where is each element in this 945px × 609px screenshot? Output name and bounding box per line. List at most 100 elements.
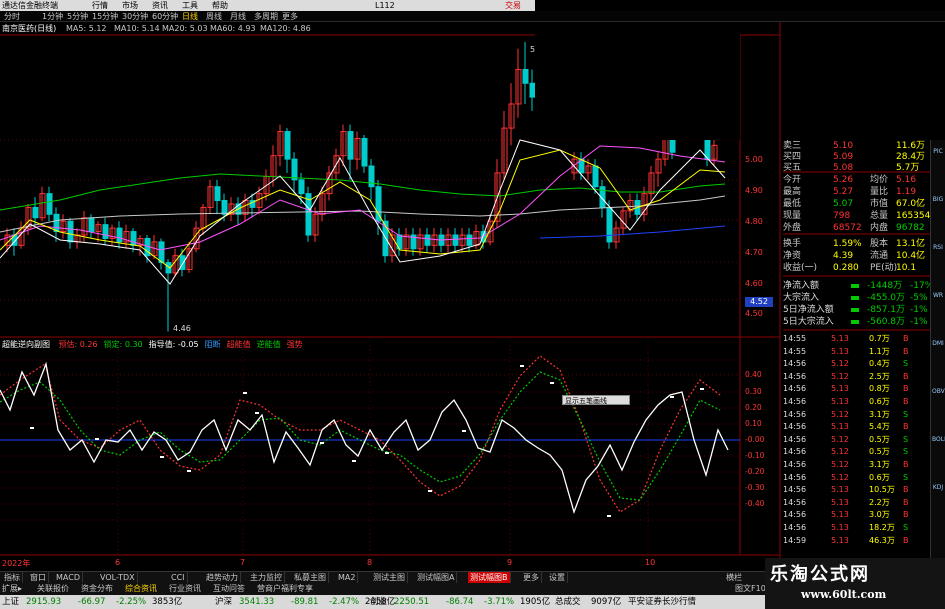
side-label[interactable]: 横栏 — [726, 572, 742, 583]
tick-row: 14:55 5.13 1.1万 B — [783, 347, 928, 357]
tool-icon-pic[interactable]: PIC — [932, 146, 944, 158]
quote-value-2: 10.4亿 — [896, 251, 926, 261]
low-marker: 4.46 — [173, 324, 191, 333]
extension-link[interactable]: 综合资讯 — [125, 583, 157, 595]
indicator-legend-item: 阻断 — [204, 340, 221, 349]
tick-side: B — [903, 346, 909, 356]
indicator-axis-label: -0.00 — [745, 435, 765, 444]
quote-value: 5.27 — [833, 187, 854, 197]
tick-row: 14:56 5.13 5.4万 B — [783, 422, 928, 432]
index-change: -66.97 — [78, 597, 106, 607]
flow-label: 净流入额 — [783, 281, 820, 291]
flow-pct: -5% — [910, 293, 928, 303]
indicator-legend-item: 预估: 0.26 — [58, 340, 98, 349]
tick-row: 14:56 5.12 0.4万 S — [783, 359, 928, 369]
quote-label-2: PE(动) — [870, 263, 898, 273]
tick-price: 5.13 — [831, 523, 849, 532]
flow-value: -560.8万 — [867, 317, 906, 327]
quote-row: 换手 1.59% 股本 13.1亿 — [783, 238, 928, 250]
watermark-logo: 乐淘公式网 www.60lt.com — [765, 558, 945, 609]
quote-value-2: 10.1 — [896, 263, 917, 273]
tick-time: 14:56 — [783, 485, 807, 495]
tick-price: 5.12 — [831, 472, 849, 482]
quote-row: 今开 5.26 均价 5.16 — [783, 174, 928, 186]
flow-value: -857.1万 — [867, 305, 906, 315]
extension-link[interactable]: 营商户福利专享 — [257, 583, 313, 595]
tick-price: 5.13 — [831, 497, 849, 507]
tick-side: B — [903, 497, 909, 507]
extension-link[interactable]: 关联报价 — [37, 583, 69, 595]
tick-volume: 0.4万 — [869, 359, 890, 369]
index-value: 2250.51 — [394, 597, 430, 607]
quote-label: 买五 — [783, 163, 802, 173]
tick-price: 5.12 — [831, 359, 849, 369]
tool-icon-kdj[interactable]: KDJ — [932, 482, 944, 494]
indicator-axis-label: 0.40 — [745, 370, 762, 379]
indicator-axis-label: -0.20 — [745, 467, 765, 476]
tool-icon-wr[interactable]: WR — [932, 290, 944, 302]
quote-row: 收益(一) 0.280 PE(动) 10.1 — [783, 262, 928, 274]
index-change: -89.81 — [291, 597, 319, 607]
tick-price: 5.13 — [831, 510, 849, 520]
quote-label: 净资 — [783, 251, 802, 261]
quote-row: 现量 798 总量 165354 — [783, 210, 931, 222]
tick-price: 5.13 — [831, 535, 849, 545]
quote-value-2: 165354 — [896, 211, 931, 221]
tick-volume: 18.2万 — [869, 523, 895, 532]
tick-time: 14:56 — [783, 434, 807, 444]
flow-pct: -1% — [910, 317, 928, 327]
tick-price: 5.13 — [831, 384, 849, 394]
indicator-legend-item: 强势 — [286, 340, 303, 349]
quote-value-2: 67.0亿 — [896, 199, 926, 209]
extension-link[interactable]: 互动问答 — [213, 583, 245, 595]
indicator-tabs: 指标 窗口 MACD VOL-TDX CCI 趋势动力 主力监控 私募主图 MA2 测试主图 测试幅… — [0, 571, 780, 584]
quote-value: 5.08 — [833, 163, 854, 173]
extension-link[interactable]: 行业资讯 — [169, 583, 201, 595]
quote-row: 最低 5.07 市值 67.0亿 — [783, 198, 928, 210]
tool-icon-big[interactable]: BIG — [932, 194, 944, 206]
tick-volume: 0.6万 — [869, 397, 890, 406]
tick-side: B — [903, 371, 909, 381]
tick-time: 14:56 — [783, 371, 807, 381]
right-tool-rail: PIC BIG RSI WR DMI OBV BOLL KDJ — [930, 140, 945, 560]
quote-value: 68572 — [833, 223, 862, 233]
quote-value: 4.39 — [833, 251, 854, 261]
tool-icon-obv[interactable]: OBV — [932, 386, 945, 398]
quote-value: 798 — [833, 211, 851, 221]
f10-link[interactable]: 图文F10 — [735, 583, 766, 595]
price-axis-label: 4.90 — [745, 186, 763, 195]
tool-icon-rsi[interactable]: RSI — [932, 242, 944, 254]
tick-price: 5.13 — [831, 485, 849, 495]
quote-label-2: 市值 — [870, 199, 889, 209]
quote-label-2: 流通 — [870, 251, 889, 261]
chart-axis-labels: 54.46 — [173, 45, 535, 333]
quote-label: 最高 — [783, 187, 802, 197]
extension-link[interactable]: 扩展▸ — [2, 583, 22, 595]
tool-icon-dmi[interactable]: DMI — [932, 338, 944, 350]
total-label: 总成交 — [555, 597, 581, 607]
draw-tool-tooltip[interactable]: 显示五笔画线 — [562, 395, 630, 405]
extension-link[interactable]: 资金分布 — [81, 583, 113, 595]
indicator-legend-item: 指导值: -0.05 — [148, 340, 199, 349]
tick-side: B — [903, 485, 909, 495]
quote-row: 外盘 68572 内盘 96782 — [783, 222, 928, 234]
tick-time: 14:56 — [783, 460, 807, 469]
tick-row: 14:56 5.13 18.2万 S — [783, 523, 928, 533]
quote-value-2: 1.19 — [896, 187, 917, 197]
quote-label: 收益(一) — [783, 263, 818, 273]
quote-label-2: 股本 — [870, 239, 889, 249]
price-axis-label: 5.00 — [745, 155, 763, 164]
extension-bar: 扩展▸ 关联报价 资金分布 综合资讯 行业资讯 互动问答 营商户福利专享 图文F10 — [0, 583, 780, 595]
tool-icon-boll[interactable]: BOLL — [932, 434, 945, 446]
candlestick-series — [4, 22, 740, 332]
index-name: 创业 — [370, 597, 388, 607]
broker-label: 平安证券长沙行情 — [628, 597, 697, 607]
flow-row: 5日大宗流入 -560.8万 -1% — [783, 316, 928, 328]
index-value: 2915.93 — [26, 597, 62, 607]
index-name: 上证 — [2, 597, 20, 607]
tick-price: 5.13 — [831, 422, 849, 432]
tick-row: 14:56 5.12 3.1万 B — [783, 460, 928, 470]
price-axis-label: 4.50 — [745, 309, 763, 318]
tick-time: 14:56 — [783, 497, 807, 507]
tick-row: 14:56 5.13 2.2万 B — [783, 498, 928, 508]
